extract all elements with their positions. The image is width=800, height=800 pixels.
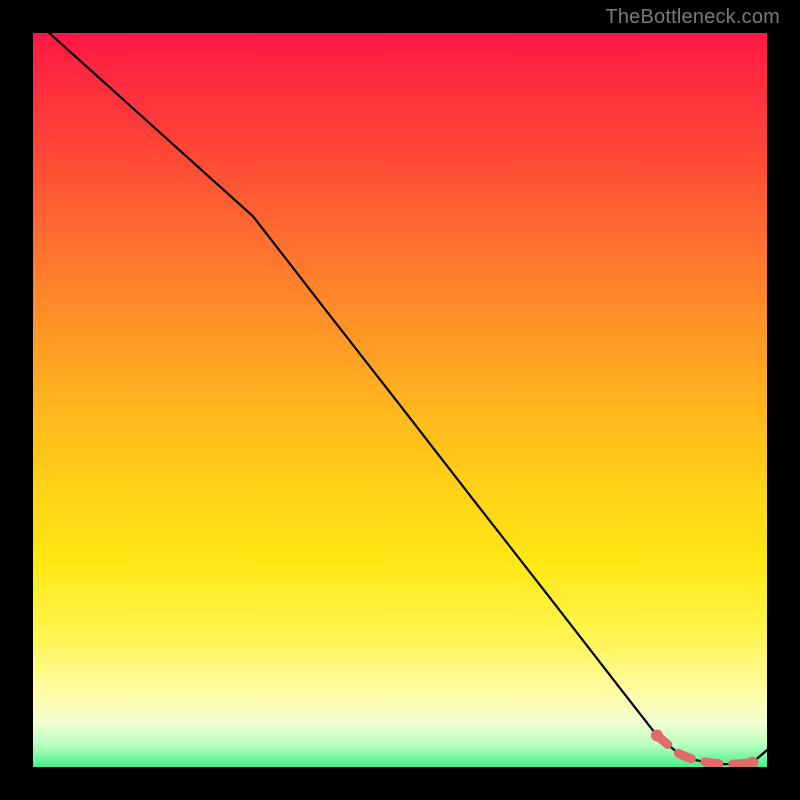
bottleneck-curve-line [33,33,767,764]
chart-stage: TheBottleneck.com [0,0,800,800]
chart-svg [33,33,767,767]
watermark-text: TheBottleneck.com [605,6,780,29]
highlight-end-marker [651,729,663,741]
plot-area [33,33,767,767]
highlight-segment-line [657,735,752,764]
